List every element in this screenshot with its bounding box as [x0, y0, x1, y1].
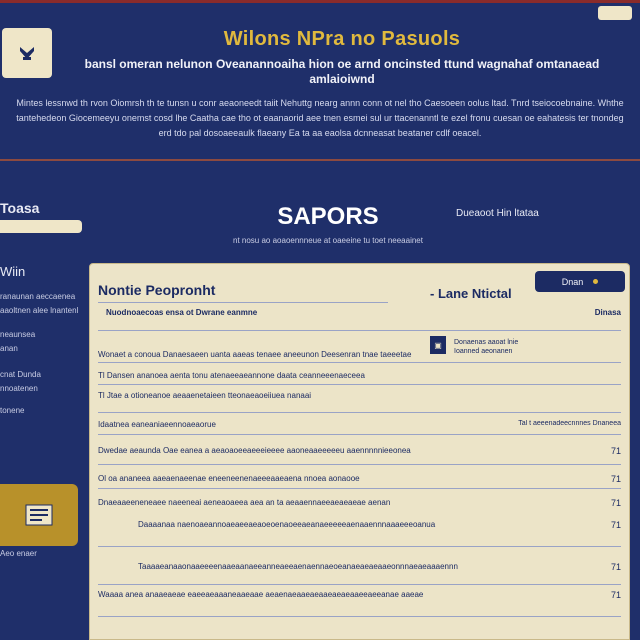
form-row-rule [98, 362, 621, 363]
sidebar-title: Toasa [0, 200, 40, 216]
form-row-rule [98, 412, 621, 413]
form-row-number: 71 [610, 520, 621, 529]
crest-icon [20, 47, 34, 60]
form-title-rule [98, 302, 388, 303]
form-row-rule [98, 434, 621, 435]
page-title: Wilons NPra no Pasuols [223, 28, 461, 50]
form-row-rule [98, 384, 621, 385]
page-tagline: bansl omeran nelunon Oveanannoaiha hion … [84, 57, 600, 86]
form-row-rule [98, 464, 621, 465]
form-row: Dwedae aeaunda Oae eanea a aeaoaoeeaeeei… [98, 446, 621, 455]
form-row-rule [98, 546, 621, 547]
form-row: Ol oa ananeea aaeaenaeenae eneeneenenaee… [98, 474, 621, 483]
form-row: Tl Dansen ananoea aenta tonu atenaeeaean… [98, 371, 365, 380]
form-row-rule [98, 616, 621, 617]
form-row-rule [98, 584, 621, 585]
form-row-number: 71 [610, 498, 621, 507]
form-row-number: 71 [610, 590, 621, 599]
form-right-title: - Lane Ntictal [430, 286, 512, 301]
sidebar-document-card[interactable] [0, 484, 78, 546]
sidebar-notes: ranaunan aeccaenea aaoltnen alee lnanten… [0, 290, 80, 418]
sidebar-note: tonene [0, 406, 25, 415]
form-row: Dnaeaaeeneneaee naeeneai aeneaoaeea aea … [98, 498, 621, 507]
section-right-note: Dueaoot Hin ltataa [456, 208, 539, 219]
form-row: Taaaaeanaaonaaeeeenaaeaanaeeanneaeeaenae… [138, 562, 621, 571]
form-row-number: 71 [610, 562, 621, 571]
status-dot-icon [593, 279, 599, 284]
form-meta-right: Dinasa [594, 308, 621, 317]
form-row: Daaaanaa naenoaeannoaeaeeaeaoeoenaoeeaea… [138, 520, 621, 529]
sidebar-note: cnat Dunda [0, 370, 41, 379]
sidebar-footnote: Aeo enaer [0, 549, 37, 558]
form-row: Tl Jtae a otioneanoe aeaaenetaieen tteon… [98, 391, 312, 400]
form-row: Idaatnea eaneaniaeennoaeaorue Tal t aeeen… [98, 420, 621, 429]
form-row: Wonaet a conoua Danaesaeen uanta aaeas t… [98, 350, 412, 359]
document-icon [25, 504, 53, 526]
stamp-text: Donaenas aaoat lnie Ioanned aeonanen [454, 339, 519, 355]
sidebar-subtitle: Wiin [0, 264, 26, 279]
section-subtitle: nt nosu ao aoaoennneue at oaeeine tu toe… [233, 236, 423, 245]
stamp-icon: ▣ [430, 336, 446, 354]
form-action-button[interactable]: Dnan [535, 271, 625, 292]
form-row-number: 71 [610, 474, 621, 483]
sidebar-note: nnoatenen [0, 384, 38, 393]
form-meta-left: Nuodnoaecoas ensa ot Dwrane eanmne [106, 308, 258, 317]
form-row: Waaaa anea anaaeaeae eaeeaeaaaneaaeaae a… [98, 590, 621, 599]
sidebar-note: anan [0, 344, 18, 353]
section-title: SAPORS [277, 203, 379, 230]
sidebar-note: ranaunan aeccaenea aaoltnen alee lnanten… [0, 292, 79, 315]
form-action-label: Dnan [561, 276, 584, 287]
form-row-rule [98, 488, 621, 489]
intro-paragraph: Mintes lessnwd th rvon Oiomrsh th te tun… [16, 98, 624, 138]
sidebar-search-field[interactable] [0, 220, 82, 233]
form-meta-rule [98, 330, 621, 331]
form-row-number: 71 [610, 446, 621, 455]
app-logo [2, 28, 52, 78]
sidebar-note: neaunsea [0, 330, 36, 339]
document-form: Nontie Peopronht - Lane Ntictal Dnan Nuo… [89, 263, 630, 640]
form-row-note: Tal t aeeenadeecnnnes Dnaneea [518, 420, 621, 427]
form-title: Nontie Peopronht [98, 282, 216, 298]
section-divider [0, 159, 640, 161]
